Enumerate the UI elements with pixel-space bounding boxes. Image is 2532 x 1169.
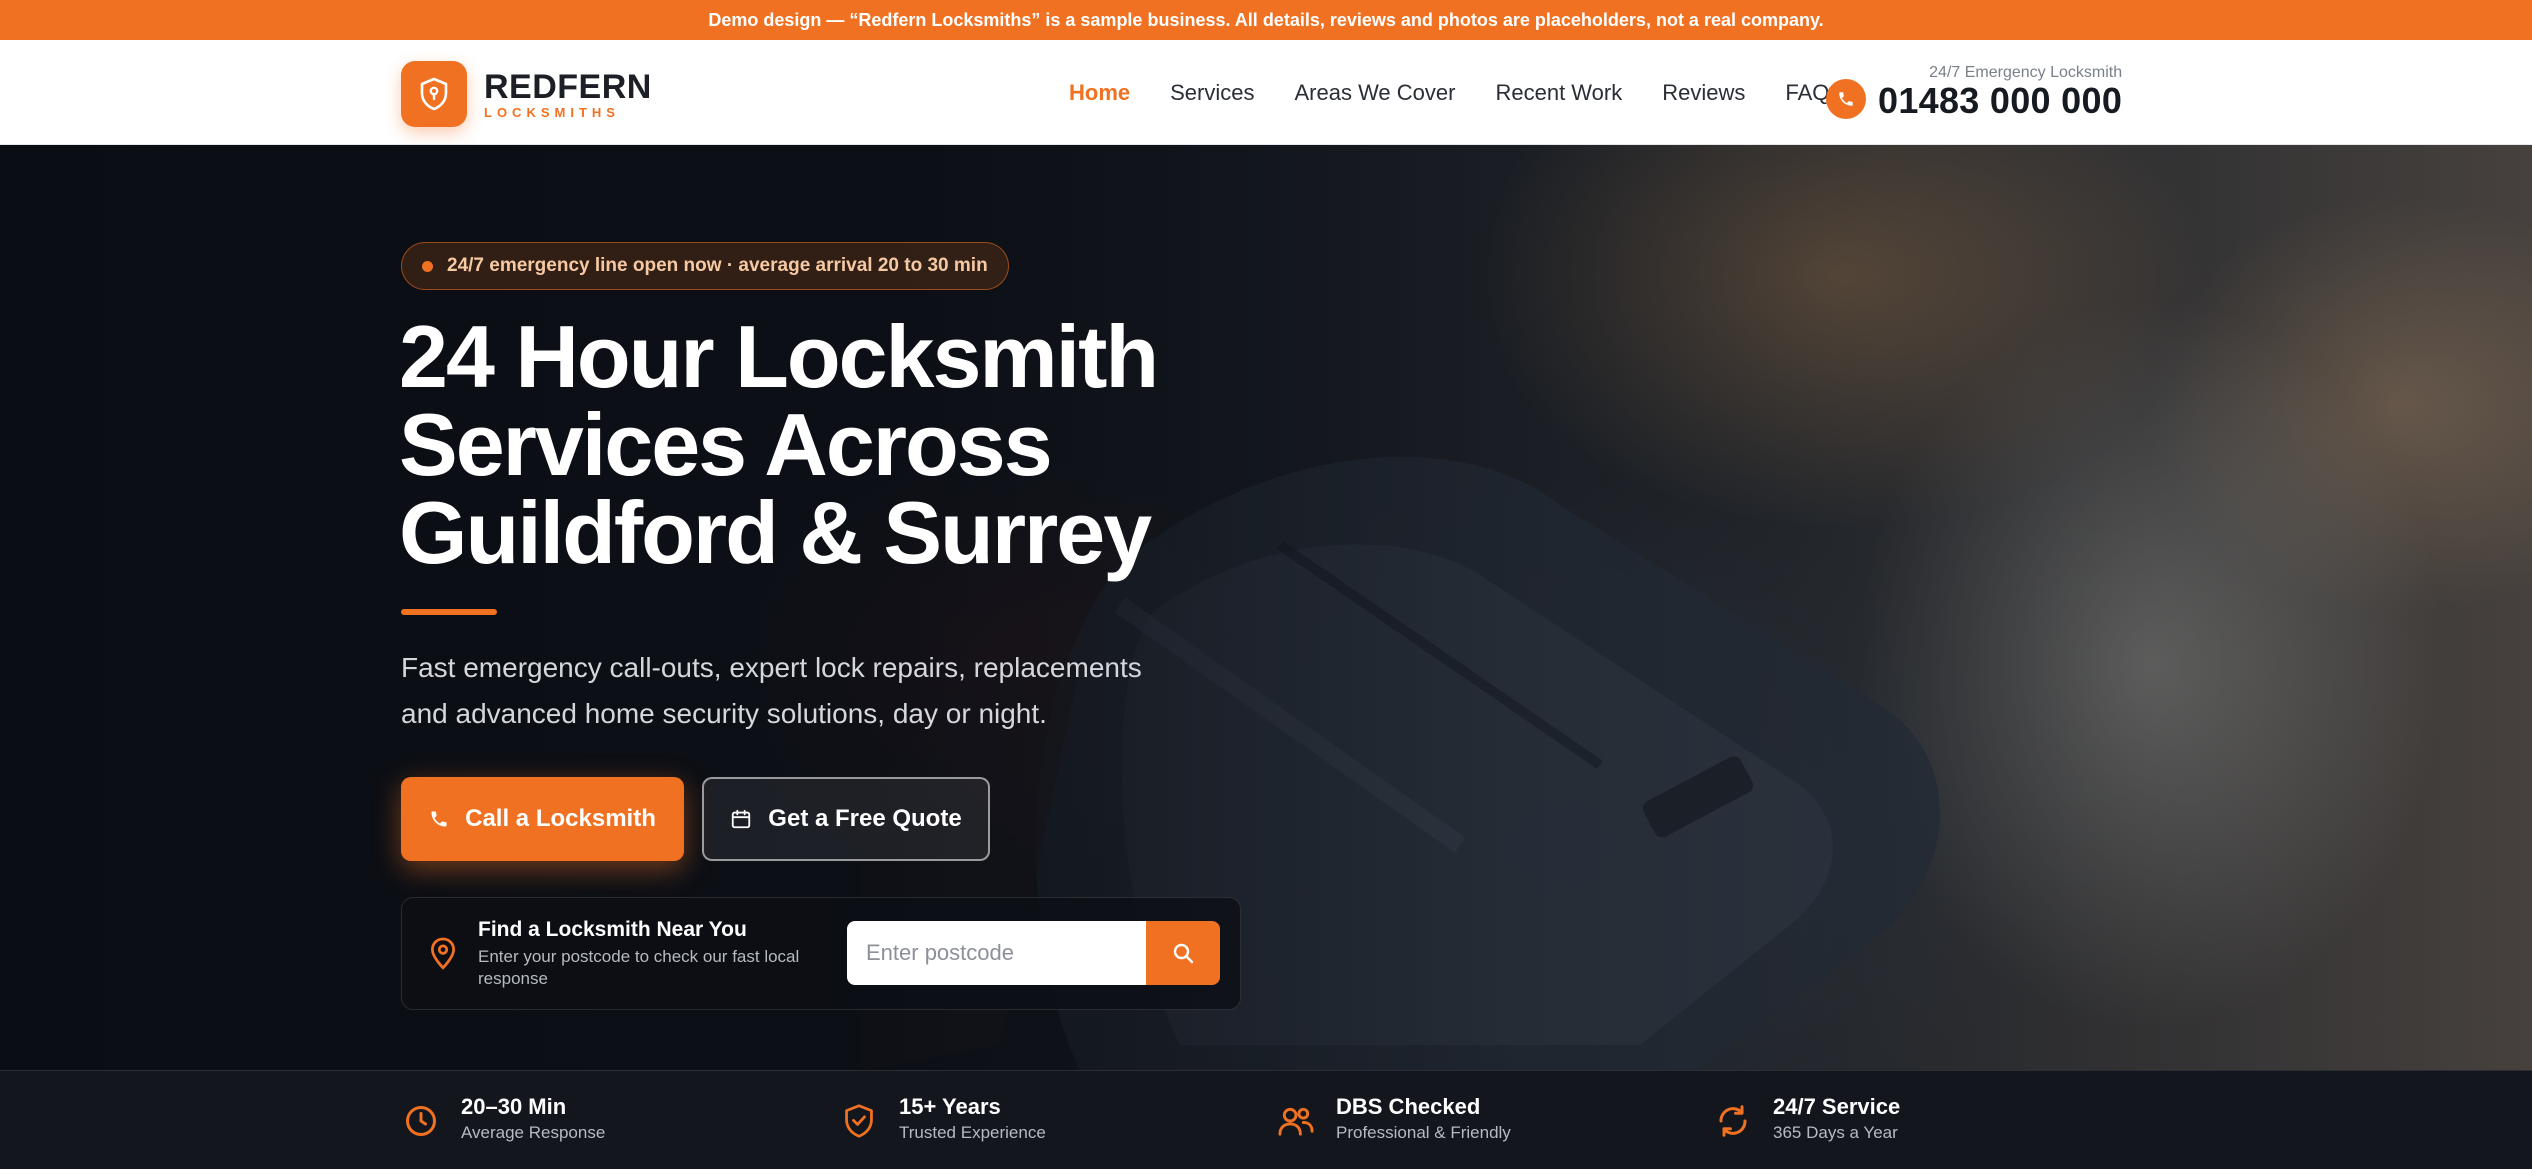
hero-headline: 24 Hour Locksmith Services Across Guildf… (399, 313, 1299, 577)
stat-title: 20–30 Min (461, 1094, 567, 1119)
brand-name: REDFERN (484, 67, 652, 106)
nav-recent-work[interactable]: Recent Work (1495, 80, 1622, 106)
phone-icon (431, 811, 447, 827)
postcode-input[interactable] (847, 921, 1147, 985)
hero-overlay (0, 145, 2532, 1070)
hero-subhead: Fast emergency call-outs, expert lock re… (401, 652, 1142, 729)
stat-title: DBS Checked (1336, 1094, 1481, 1119)
phone-number[interactable]: 01483 000 000 (1878, 82, 2122, 120)
call-locksmith-button[interactable]: Call a Locksmith (401, 777, 684, 861)
headline-line-3: Guildford & Surrey (399, 483, 1152, 582)
refresh-icon (1713, 1101, 1753, 1141)
site-logo[interactable]: REDFERN LOCKSMITHS (401, 61, 652, 127)
demo-banner: Demo design — “Redfern Locksmiths” is a … (0, 0, 2532, 40)
shield-check-icon (839, 1101, 879, 1141)
free-quote-button[interactable]: Get a Free Quote (702, 777, 990, 861)
call-locksmith-label: Call a Locksmith (465, 805, 656, 832)
stat-subtitle: Trusted Experience (899, 1123, 1046, 1143)
header-phone[interactable]: 24/7 Emergency Locksmith 01483 000 000 (1826, 64, 2122, 120)
demo-banner-text: Demo design — “Redfern Locksmiths” is a … (708, 9, 1824, 30)
search-icon (1173, 943, 1194, 964)
phone-icon (1826, 78, 1866, 119)
postcode-search-button[interactable] (1146, 921, 1220, 985)
stat-subtitle: 365 Days a Year (1773, 1123, 1898, 1143)
users-icon (1276, 1101, 1316, 1141)
headline-line-1: 24 Hour Locksmith (399, 307, 1159, 406)
hero-section: 24/7 emergency line open now · average a… (0, 145, 2532, 1070)
stat-subtitle: Average Response (461, 1123, 606, 1143)
site-header: REDFERN LOCKSMITHS Home Services Areas W… (0, 40, 2532, 145)
stat-title: 15+ Years (899, 1094, 1001, 1119)
nav-services[interactable]: Services (1170, 80, 1254, 106)
finder-description: Enter your postcode to check our fast lo… (478, 947, 800, 988)
main-nav: Home Services Areas We Cover Recent Work… (1069, 80, 1829, 106)
trust-stats-bar: 20–30 Min Average Response 15+ Years Tru… (0, 1070, 2532, 1169)
map-pin-icon (430, 937, 456, 970)
nav-home[interactable]: Home (1069, 80, 1130, 106)
headline-line-2: Services Across (399, 395, 1053, 494)
stat-subtitle: Professional & Friendly (1336, 1123, 1511, 1143)
nav-reviews[interactable]: Reviews (1662, 80, 1745, 106)
nav-areas-we-cover[interactable]: Areas We Cover (1294, 80, 1455, 106)
calendar-icon (732, 809, 751, 829)
clock-icon (401, 1101, 441, 1141)
shield-icon (401, 61, 467, 127)
stat-item: 15+ Years Trusted Experience (839, 1094, 1046, 1143)
stat-item: 24/7 Service 365 Days a Year (1713, 1094, 1901, 1143)
stat-item: 20–30 Min Average Response (401, 1094, 606, 1143)
status-pill: 24/7 emergency line open now · average a… (401, 242, 1009, 290)
stat-title: 24/7 Service (1773, 1094, 1901, 1119)
headline-accent-divider (401, 609, 497, 615)
stat-item: DBS Checked Professional & Friendly (1276, 1094, 1511, 1143)
status-dot-icon (422, 260, 433, 272)
finder-title: Find a Locksmith Near You (478, 918, 747, 941)
nav-faq[interactable]: FAQ (1785, 80, 1829, 106)
postcode-finder: Find a Locksmith Near You Enter your pos… (401, 897, 1241, 1010)
status-pill-text: 24/7 emergency line open now · average a… (447, 255, 988, 276)
free-quote-label: Get a Free Quote (768, 805, 962, 832)
brand-tagline: LOCKSMITHS (484, 104, 620, 120)
